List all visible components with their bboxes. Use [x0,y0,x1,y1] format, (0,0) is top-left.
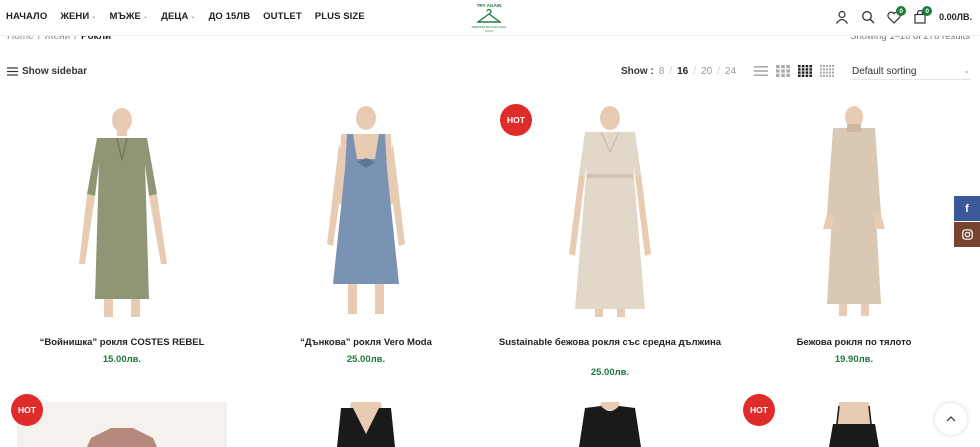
nav-item-outlet[interactable]: OUTLET [263,11,302,22]
product-image[interactable] [739,104,969,319]
product-image[interactable] [7,104,237,319]
nav-item-men[interactable]: МЪЖЕ ⌄ [109,11,148,22]
instagram-icon [961,229,973,240]
product-card: “Дънкова” рокля Vero Moda 25.00лв. [251,104,481,384]
svg-text:TRY AGAIN: TRY AGAIN [477,3,503,8]
per-page-8[interactable]: 8 [659,66,665,77]
cart-icon[interactable]: 0 [907,6,933,28]
facebook-icon: f [965,202,969,215]
facebook-share-button[interactable]: f [954,196,980,221]
product-price: 25.00лв. [590,367,630,378]
site-header: НАЧАЛО ЖЕНИ ⌄ МЪЖЕ ⌄ ДЕЦА ⌄ ДО 15ЛВ OUTLET … [0,0,980,36]
shop-toolbar: Show sidebar Show : 8 / 16 / 20 / 24 Def… [0,64,980,82]
dress-image [79,108,167,317]
cart-total[interactable]: 0.00ЛВ. [939,12,972,22]
per-page-16[interactable]: 16 [677,66,688,77]
site-logo[interactable]: TRY AGAIN PREMIUM SECOND HAND [466,1,512,33]
grid-5-icon[interactable] [820,65,834,77]
nav-item-label: МЪЖЕ [109,11,141,22]
product-name[interactable]: Sustainable бежова рокля със средна дълж… [495,336,725,349]
sort-select[interactable]: Default sorting ⌄ [852,66,970,80]
cart-count-badge: 0 [922,6,933,16]
dress-image [569,106,651,317]
per-page-separator: / [693,66,697,77]
product-image[interactable] [495,394,725,447]
product-image[interactable] [495,104,725,319]
dress-image [17,402,227,447]
per-page-20[interactable]: 20 [701,66,712,77]
product-image[interactable] [7,394,237,447]
per-page-selector: Show : 8 / 16 / 20 / 24 [621,66,736,77]
product-name[interactable]: “Войнишка” рокля COSTES REBEL [7,336,237,349]
chevron-down-icon: ⌄ [963,66,970,75]
per-page-separator: / [717,66,720,77]
dress-image [327,106,405,314]
sort-select-value: Default sorting [852,66,917,77]
dress-image [337,402,395,447]
product-name[interactable]: “Дънкова” рокля Vero Moda [251,336,481,349]
dress-image [823,106,885,316]
hot-badge: HOT [743,394,775,426]
dress-image [829,402,879,447]
per-page-label: Show : [621,66,654,77]
per-page-24[interactable]: 24 [725,66,736,77]
chevron-down-icon: ⌄ [91,14,97,20]
scroll-to-top-button[interactable] [935,403,967,435]
grid-view-switcher [754,65,834,77]
show-sidebar-button[interactable]: Show sidebar [7,66,87,77]
chevron-up-icon [946,416,956,422]
nav-item-label: НАЧАЛО [6,11,48,22]
product-card: HOT [7,394,237,447]
product-price: 25.00лв. [346,354,386,365]
product-image[interactable] [251,104,481,319]
nav-item-label: ДО 15ЛВ [208,11,251,22]
instagram-button[interactable] [954,222,980,247]
chevron-down-icon: ⌄ [190,14,196,20]
chevron-down-icon: ⌄ [142,14,149,20]
nav-item-label: ЖЕНИ [60,11,90,22]
product-price: 19.90лв. [834,354,874,365]
wishlist-icon[interactable]: 0 [881,6,907,28]
product-card: Бежова рокля по тялото 19.90лв. [739,104,969,384]
nav-item-kids[interactable]: ДЕЦА ⌄ [161,11,195,22]
account-icon[interactable] [829,6,855,28]
menu-icon [7,67,18,76]
per-page-separator: / [669,66,673,77]
nav-item-label: ДЕЦА [161,11,189,22]
nav-item-plus-size[interactable]: PLUS SIZE [315,11,365,22]
product-card: HOT Sustainable бежова рокля със средна … [495,104,725,384]
product-card: “Войнишка” рокля COSTES REBEL 15.00лв. [7,104,237,384]
hanger-logo-icon: TRY AGAIN PREMIUM SECOND HAND [472,3,507,32]
main-nav: НАЧАЛО ЖЕНИ ⌄ МЪЖЕ ⌄ ДЕЦА ⌄ ДО 15ЛВ OUTLET … [6,11,378,22]
grid-4-icon[interactable] [798,65,812,77]
nav-item-under-15[interactable]: ДО 15ЛВ [209,11,251,22]
product-image[interactable] [251,394,481,447]
dress-image [579,402,641,447]
nav-item-women[interactable]: ЖЕНИ ⌄ [60,11,96,22]
product-name[interactable]: Бежова рокля по тялото [739,336,969,349]
svg-text:PREMIUM SECOND HAND: PREMIUM SECOND HAND [472,25,507,29]
header-icons: 0 0 0.00ЛВ. [829,6,972,28]
nav-item-label: OUTLET [263,11,302,22]
hot-badge: HOT [500,104,532,136]
product-price: 15.00лв. [102,354,142,365]
product-card [495,394,725,447]
list-view-icon[interactable] [754,65,768,77]
hot-badge: HOT [11,394,43,426]
search-icon[interactable] [855,6,881,28]
wishlist-count-badge: 0 [896,6,907,16]
nav-item-home[interactable]: НАЧАЛО [6,11,47,22]
product-card [251,394,481,447]
nav-item-label: PLUS SIZE [314,11,365,22]
grid-3-icon[interactable] [776,65,790,77]
show-sidebar-label: Show sidebar [22,66,88,77]
